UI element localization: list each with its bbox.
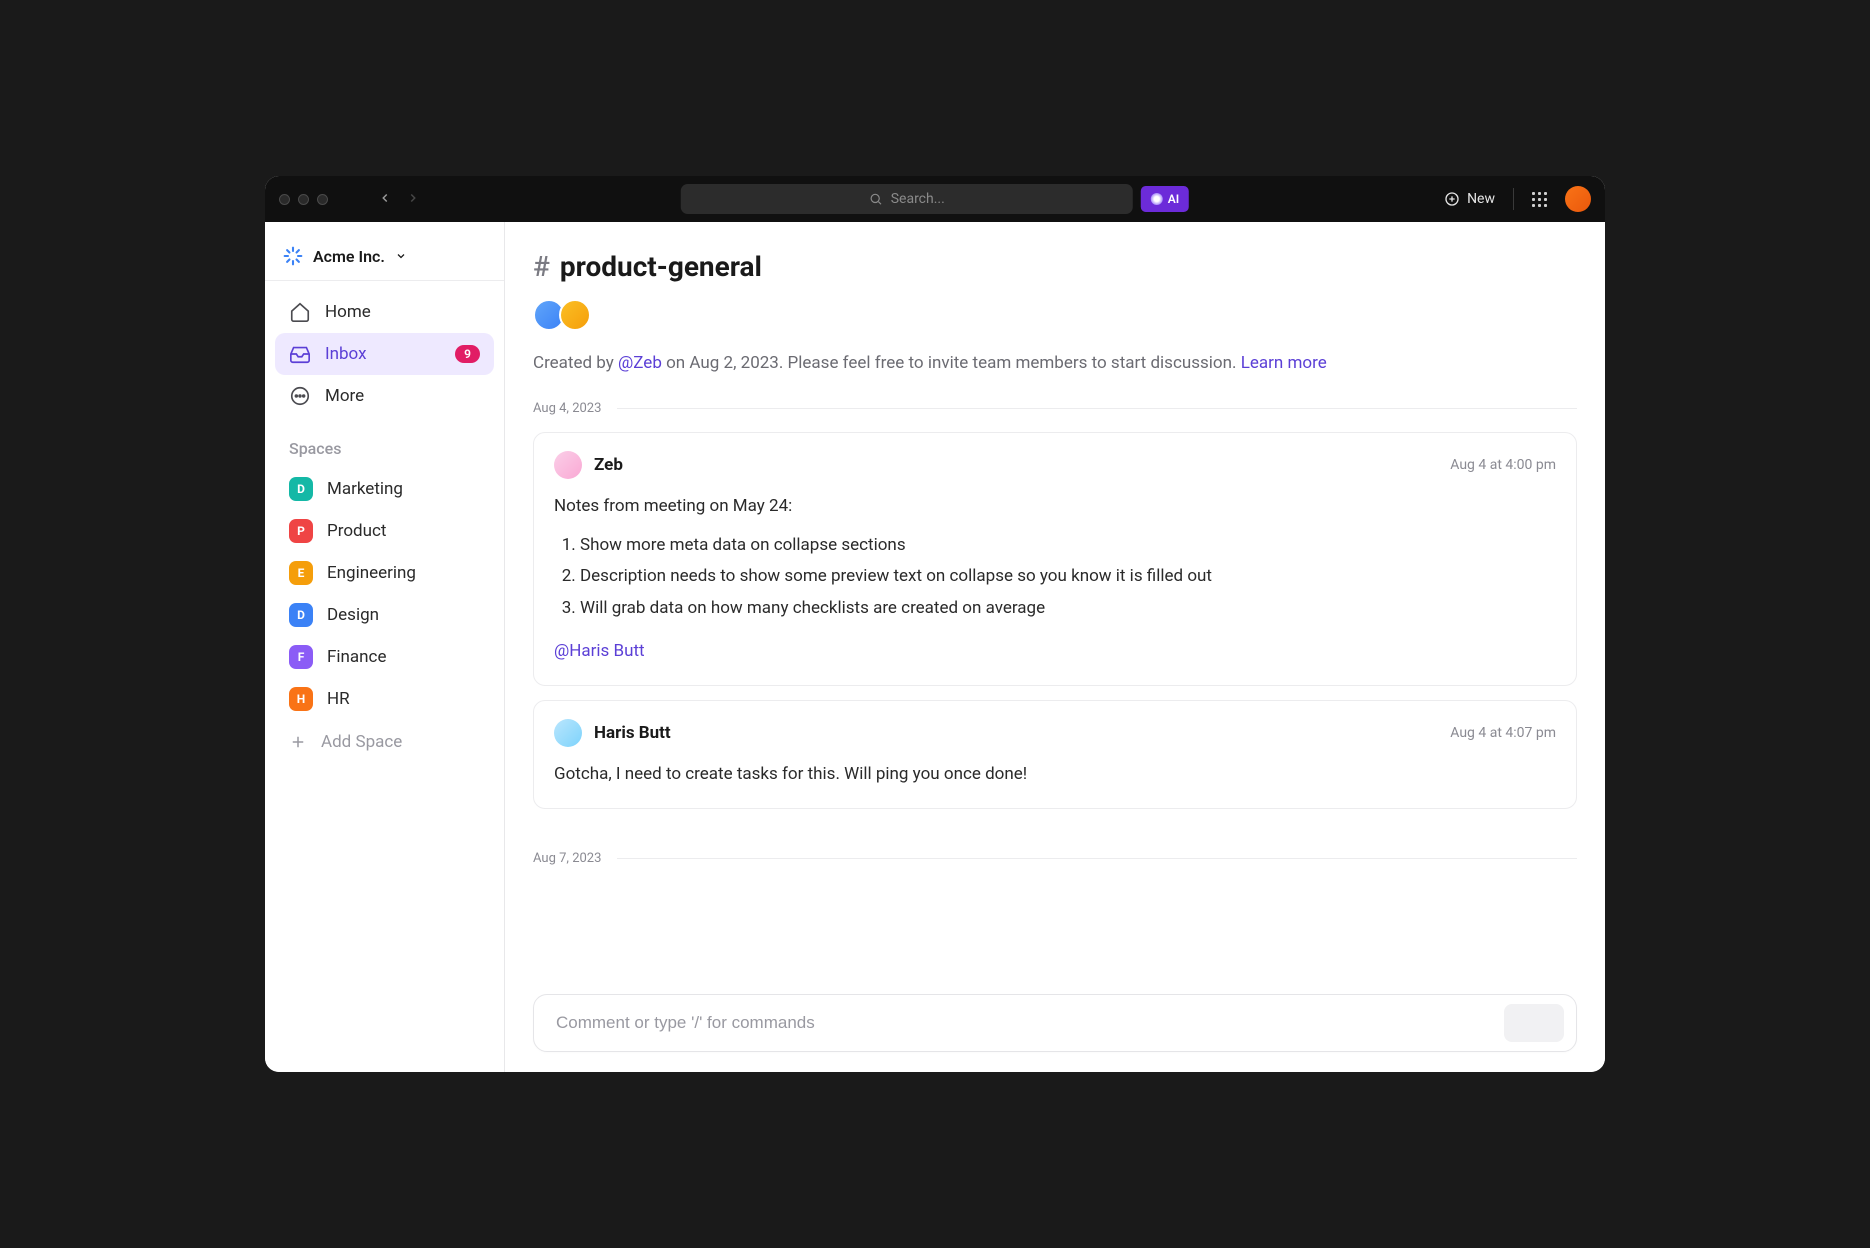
space-label: Finance [327,647,386,667]
space-badge: H [289,687,313,711]
learn-more-link[interactable]: Learn more [1241,353,1327,373]
workspace-name: Acme Inc. [313,247,385,266]
space-item[interactable]: D Marketing [265,468,504,510]
nav-inbox[interactable]: Inbox 9 [275,333,494,375]
space-item[interactable]: F Finance [265,636,504,678]
search-icon [869,192,883,206]
message-time: Aug 4 at 4:07 pm [1450,725,1556,741]
nav-more[interactable]: More [275,375,494,417]
list-item: Show more meta data on collapse sections [580,530,1556,561]
nav-home-label: Home [325,302,371,322]
sidebar: Acme Inc. Home Inbox 9 More Spaces [265,222,505,1072]
space-label: Engineering [327,563,416,583]
space-label: Product [327,521,386,541]
spaces-list: D Marketing P Product E Engineering D Design F Fi… [265,468,504,720]
divider [1513,188,1514,210]
channel-title: product-general [560,250,762,283]
ai-label: AI [1168,192,1179,206]
inbox-icon [289,343,311,365]
message-author: Zeb [594,455,623,475]
user-avatar[interactable] [1565,186,1591,212]
workspace-logo-icon [283,246,303,266]
space-label: HR [327,689,350,709]
space-label: Marketing [327,479,403,499]
ai-icon [1151,193,1163,205]
message-card[interactable]: Zeb Aug 4 at 4:00 pm Notes from meeting … [533,432,1577,686]
close-dot[interactable] [279,194,290,205]
space-badge: P [289,519,313,543]
message-mention[interactable]: @Haris Butt [554,638,1556,665]
new-label: New [1467,191,1495,207]
new-button[interactable]: New [1444,191,1495,207]
message-card[interactable]: Haris Butt Aug 4 at 4:07 pm Gotcha, I ne… [533,700,1577,809]
channel-header: # product-general [533,250,1577,283]
date-separator: Aug 4, 2023 [533,401,1577,416]
nav-more-label: More [325,386,364,406]
topbar: Search... AI New [265,176,1605,222]
search-placeholder: Search... [891,191,945,207]
main-content: # product-general Created by @Zeb on Aug… [505,222,1605,1072]
message-body: Notes from meeting on May 24: Show more … [554,493,1556,665]
member-avatar[interactable] [559,299,591,331]
global-search-input[interactable]: Search... [681,184,1133,214]
inbox-badge: 9 [455,345,480,363]
more-icon [289,385,311,407]
composer-input[interactable] [556,1013,1492,1033]
creator-mention[interactable]: @Zeb [618,353,662,373]
message-avatar[interactable] [554,719,582,747]
apps-grid-button[interactable] [1532,192,1547,207]
list-item: Will grab data on how many checklists ar… [580,593,1556,624]
minimize-dot[interactable] [298,194,309,205]
channel-members[interactable] [533,299,1577,331]
space-label: Design [327,605,379,625]
nav-home[interactable]: Home [275,291,494,333]
maximize-dot[interactable] [317,194,328,205]
space-badge: E [289,561,313,585]
composer[interactable] [533,994,1577,1052]
message-time: Aug 4 at 4:00 pm [1450,457,1556,473]
nav-inbox-label: Inbox [325,344,367,364]
space-badge: D [289,477,313,501]
space-item[interactable]: E Engineering [265,552,504,594]
window-controls[interactable] [279,194,328,205]
spaces-section-label: Spaces [265,417,504,468]
space-badge: F [289,645,313,669]
space-item[interactable]: H HR [265,678,504,720]
workspace-switcher[interactable]: Acme Inc. [265,230,504,281]
send-button[interactable] [1504,1004,1564,1042]
hash-icon: # [533,250,550,283]
home-icon [289,301,311,323]
message-author: Haris Butt [594,723,671,743]
ai-button[interactable]: AI [1141,186,1189,212]
plus-icon [289,733,307,751]
space-item[interactable]: P Product [265,510,504,552]
message-avatar[interactable] [554,451,582,479]
add-space-button[interactable]: Add Space [265,720,504,764]
channel-description: Created by @Zeb on Aug 2, 2023. Please f… [533,353,1577,373]
plus-circle-icon [1444,191,1460,207]
nav-back-button[interactable] [378,190,392,209]
nav-forward-button[interactable] [406,190,420,209]
app-window: Search... AI New [265,176,1605,1072]
space-badge: D [289,603,313,627]
add-space-label: Add Space [321,732,402,752]
date-separator: Aug 7, 2023 [533,851,1577,866]
list-item: Description needs to show some preview t… [580,561,1556,592]
space-item[interactable]: D Design [265,594,504,636]
message-body: Gotcha, I need to create tasks for this.… [554,761,1556,788]
chevron-down-icon [395,250,407,262]
